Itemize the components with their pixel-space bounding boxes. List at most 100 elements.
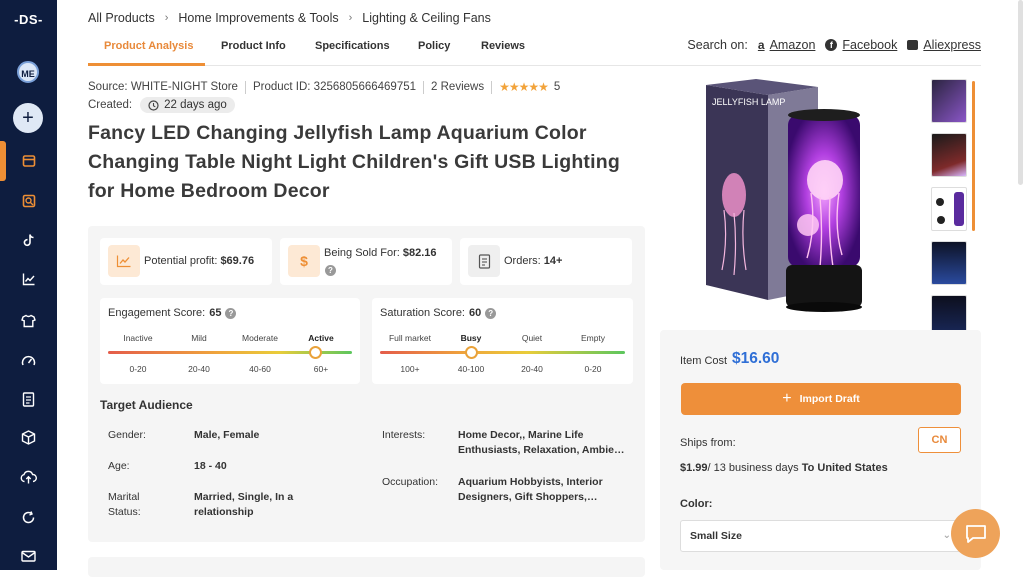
chevron-right-icon: › [348, 12, 353, 24]
orders-label: Orders: [504, 255, 541, 267]
facebook-icon: f [825, 39, 838, 51]
shipping-destination: To United States [801, 462, 888, 474]
chart-icon[interactable] [0, 264, 57, 294]
saturation-level-empty: Empty [580, 333, 606, 343]
product-meta: Source: WHITE-NIGHT Store Product ID: 32… [88, 80, 560, 94]
thumbnail-list [931, 79, 969, 349]
sold-for-label: Being Sold For: [324, 247, 400, 259]
engagement-level-moderate: Moderate [242, 333, 278, 343]
color-label: Color: [680, 498, 713, 510]
breadcrumb-all-products[interactable]: All Products [88, 11, 155, 25]
tab-product-analysis[interactable]: Product Analysis [104, 40, 193, 52]
help-icon[interactable]: ? [485, 307, 497, 319]
help-icon[interactable]: ? [225, 307, 237, 319]
thumbnail[interactable] [931, 241, 967, 285]
chevron-right-icon: › [164, 12, 169, 24]
shirt-icon[interactable] [0, 306, 57, 336]
saturation-range: 40-100 [457, 364, 485, 374]
engagement-label: Engagement Score: [108, 307, 206, 319]
orders-text: Orders: 14+ [504, 255, 562, 267]
engagement-range: 40-60 [249, 364, 271, 374]
search-facebook-link[interactable]: f Facebook [825, 38, 897, 52]
add-button[interactable]: + [13, 103, 43, 133]
item-cost-value: $16.60 [732, 350, 780, 367]
thumbnail[interactable] [931, 187, 967, 231]
ships-from-country-button[interactable]: CN [918, 427, 961, 453]
profit-label: Potential profit: [144, 255, 218, 267]
facebook-label: Facebook [842, 38, 898, 52]
sold-for-text: Being Sold For: $82.16 [324, 247, 437, 259]
app-logo[interactable]: -DS- [0, 12, 57, 27]
engagement-range: 60+ [313, 364, 329, 374]
saturation-level-full-market: Full market [388, 333, 432, 343]
clock-icon [148, 99, 159, 111]
chat-icon [965, 524, 986, 543]
search-amazon-link[interactable]: a Amazon [758, 38, 816, 52]
thumbnail[interactable] [931, 79, 967, 123]
product-title: Fancy LED Changing Jellyfish Lamp Aquari… [88, 122, 620, 202]
product-main-image[interactable]: JELLYFISH LAMP [668, 75, 918, 320]
search-box-icon[interactable] [0, 186, 57, 216]
engagement-level-active: Active [308, 333, 334, 343]
created-row: Created: 22 days ago [88, 97, 235, 113]
search-aliexpress-link[interactable]: Aliexpress [907, 38, 981, 52]
cloud-upload-icon[interactable] [0, 462, 57, 492]
saturation-score: 60 [469, 307, 482, 319]
engagement-level-inactive: Inactive [123, 333, 153, 343]
engagement-range: 20-40 [188, 364, 210, 374]
tab-specifications[interactable]: Specifications [315, 40, 390, 52]
import-draft-button[interactable]: + Import Draft [681, 383, 961, 415]
occupation-value: Aquarium Hobbyists, Interior Designers, … [458, 476, 603, 503]
thumbnail-scrollbar[interactable] [972, 81, 975, 231]
chat-button[interactable] [951, 509, 1000, 558]
saturation-gauge-knob [465, 346, 479, 359]
profit-text: Potential profit: $69.76 [144, 255, 254, 267]
ships-from-label: Ships from: [680, 437, 736, 449]
shipping-price: $1.99 [680, 462, 708, 474]
chevron-down-icon: ⌄ [942, 530, 951, 541]
profit-value: $69.76 [220, 255, 255, 267]
orders-value: 14+ [543, 255, 563, 267]
tab-policy[interactable]: Policy [418, 40, 450, 52]
breadcrumb-home-improvements[interactable]: Home Improvements & Tools [178, 11, 338, 25]
search-on-label: Search on: [687, 38, 748, 52]
created-label: Created: [88, 99, 133, 111]
tab-reviews[interactable]: Reviews [481, 40, 525, 52]
mail-icon[interactable] [0, 541, 57, 571]
engagement-score: 65 [209, 307, 222, 319]
search-on-bar: Search on: a Amazon f Facebook Aliexpres… [687, 38, 981, 52]
product-id: Product ID: 3256805666469751 [252, 81, 417, 93]
interests-value: Home Decor,, Marine Life Enthusiasts, Re… [458, 429, 625, 456]
help-icon[interactable]: ? [325, 265, 336, 276]
product-source[interactable]: Source: WHITE-NIGHT Store [88, 81, 238, 93]
divider [423, 80, 425, 94]
tab-product-info[interactable]: Product Info [221, 40, 286, 52]
package-icon[interactable] [0, 422, 57, 452]
document-icon[interactable] [0, 384, 57, 414]
next-section-card [88, 557, 645, 577]
page-scrollbar[interactable] [1018, 0, 1023, 185]
gender-value: Male, Female [194, 429, 260, 441]
color-select[interactable]: Small Size ⌄ [680, 520, 961, 552]
breadcrumb-lighting[interactable]: Lighting & Ceiling Fans [362, 11, 491, 25]
sold-for-card: $ Being Sold For: $82.16 ? [280, 238, 452, 285]
thumbnail[interactable] [931, 133, 967, 177]
refresh-icon[interactable] [0, 502, 57, 532]
user-avatar[interactable]: ME [17, 61, 39, 83]
sold-for-value: $82.16 [402, 247, 437, 259]
saturation-score-card: Saturation Score: 60 ? Full market Busy … [372, 298, 633, 384]
box-icon[interactable] [0, 146, 57, 176]
saturation-level-quiet: Quiet [521, 333, 543, 343]
star-rating-icon: ★★★★★ [499, 80, 549, 94]
marital-label: Marital Status: [108, 491, 141, 518]
tiktok-icon[interactable] [0, 225, 57, 255]
reviews-count[interactable]: 2 Reviews [431, 81, 484, 93]
engagement-gauge-knob [308, 346, 322, 359]
engagement-level-mild: Mild [191, 333, 207, 343]
plus-icon: + [782, 390, 792, 407]
saturation-level-busy: Busy [460, 333, 482, 343]
created-value: 22 days ago [164, 99, 227, 111]
breadcrumb: All Products › Home Improvements & Tools… [88, 11, 491, 25]
analysis-panel: Potential profit: $69.76 $ Being Sold Fo… [88, 226, 645, 542]
gauge-icon[interactable] [0, 345, 57, 375]
